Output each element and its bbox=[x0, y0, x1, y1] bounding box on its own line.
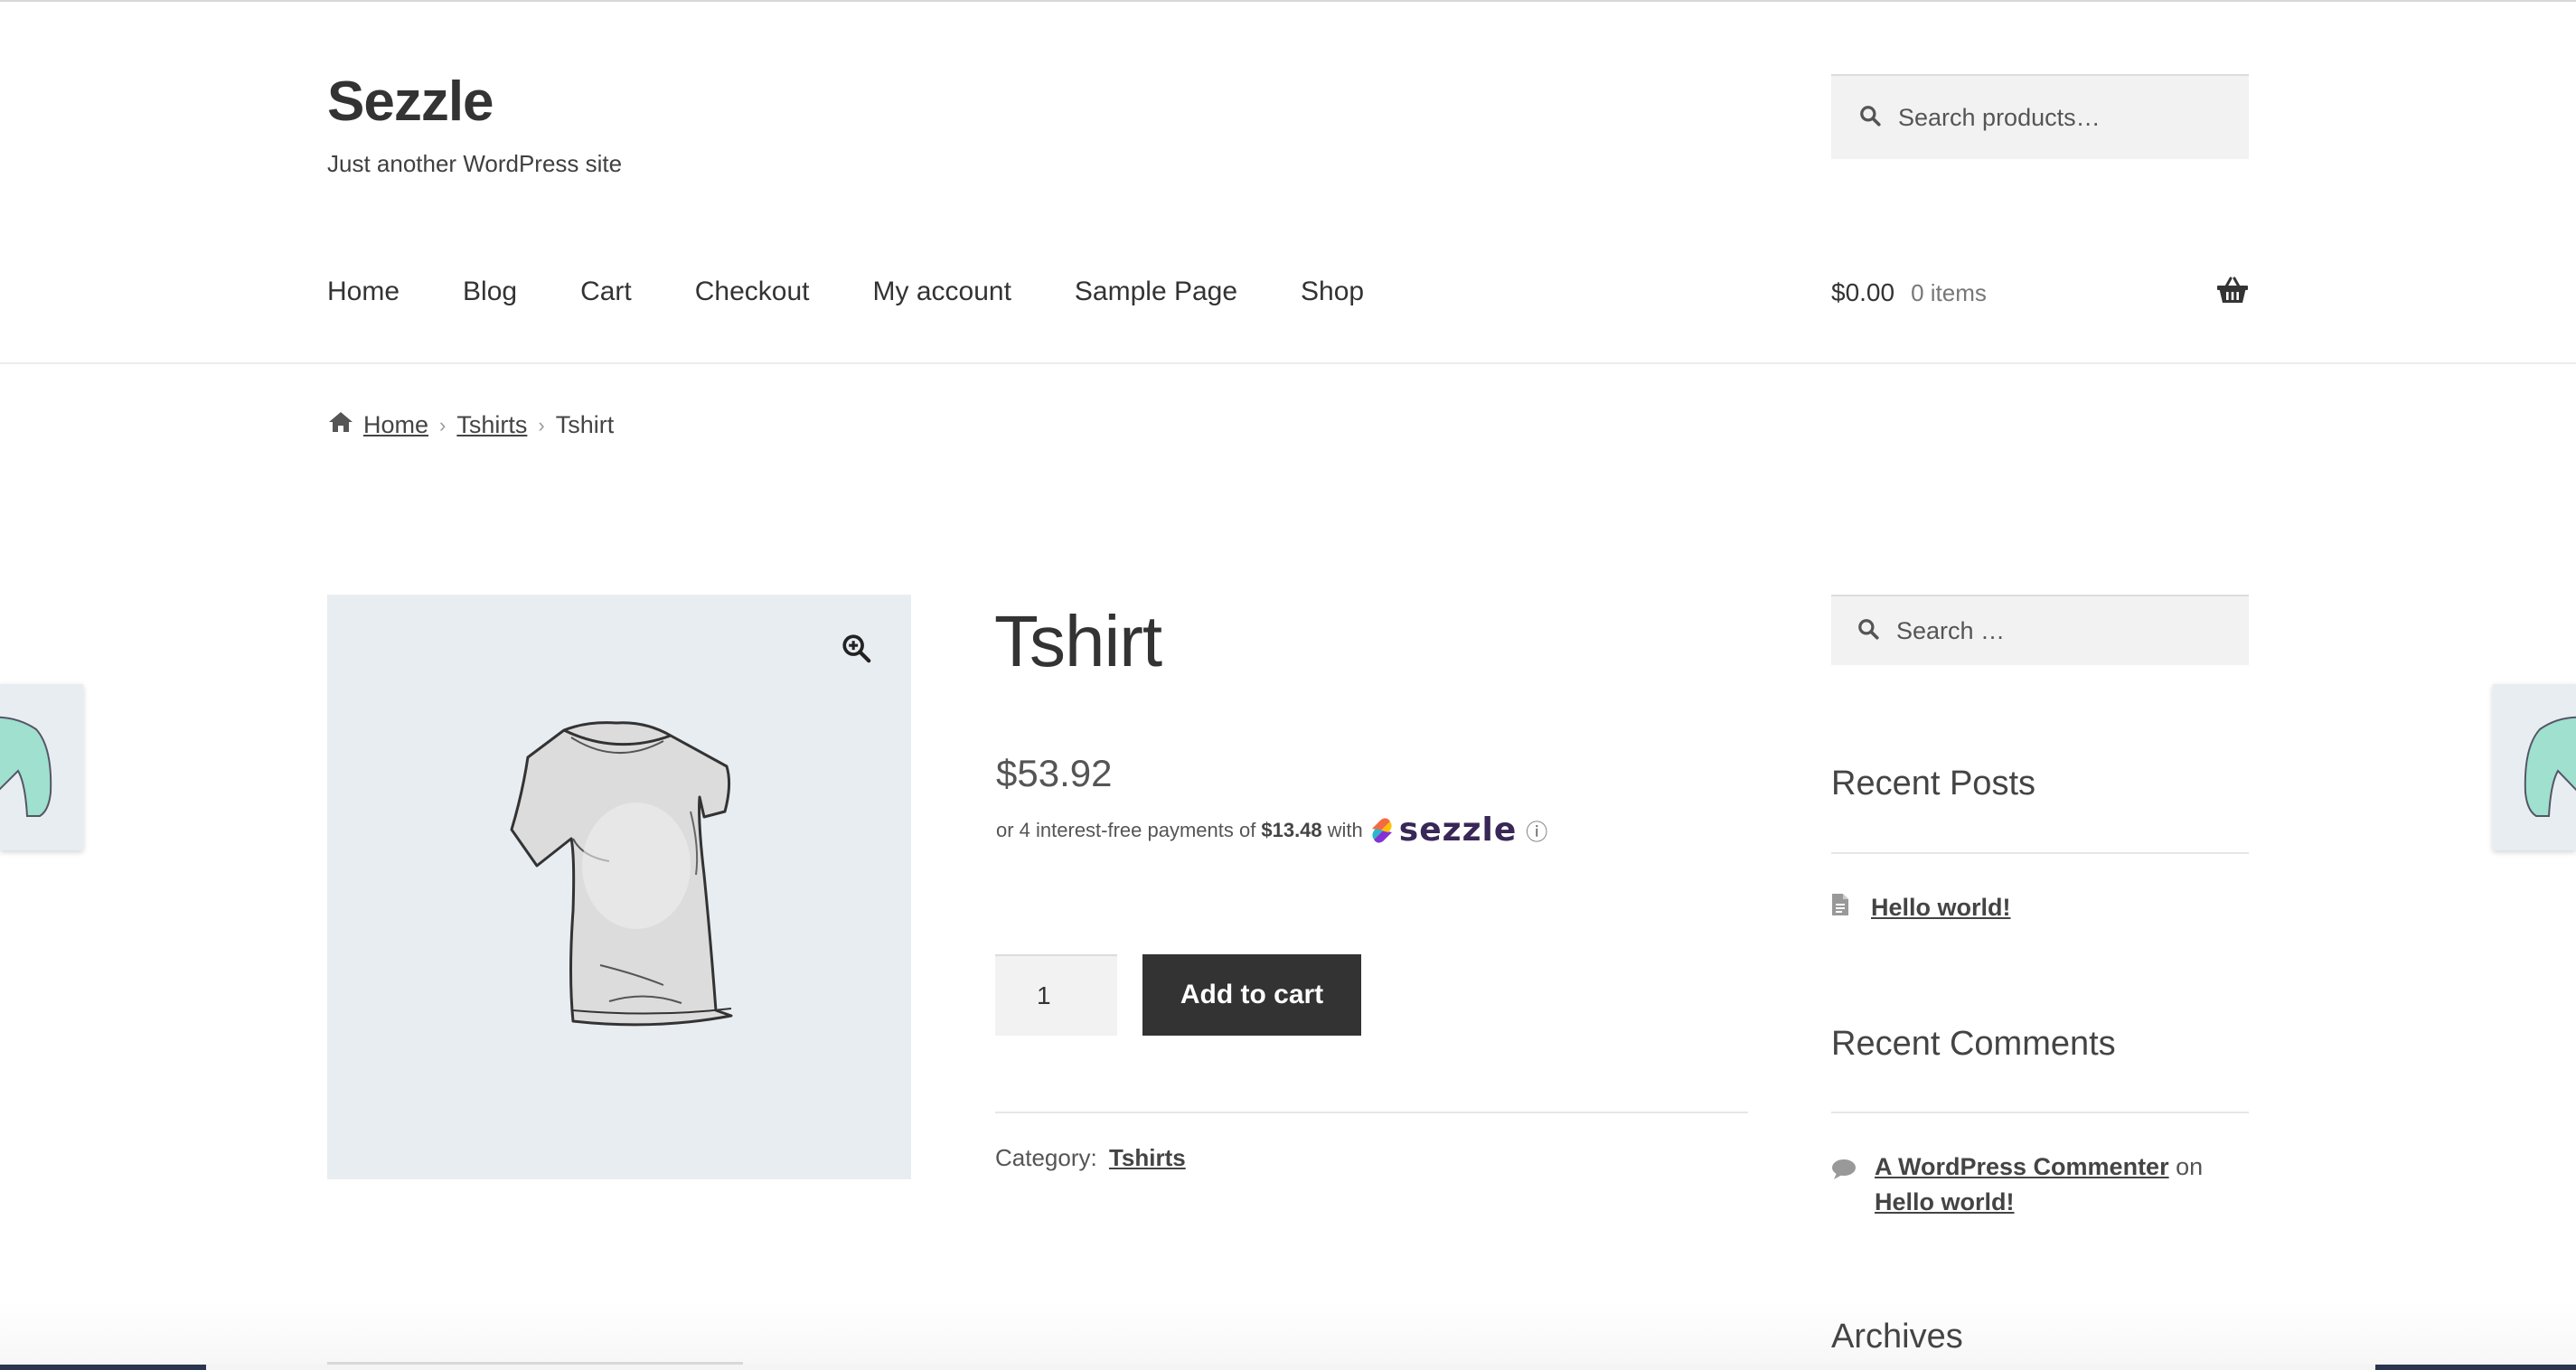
sezzle-logo-mark-icon bbox=[1371, 817, 1392, 843]
header-divider bbox=[0, 362, 2576, 364]
breadcrumb: Home › Tshirts › Tshirt bbox=[327, 410, 614, 440]
search-icon bbox=[1858, 104, 1882, 132]
recent-comments-title: Recent Comments bbox=[1831, 1025, 2116, 1063]
sezzle-logo[interactable]: sezzle bbox=[1368, 812, 1518, 849]
recent-comment-item: A WordPress Commenter on Hello world! bbox=[1831, 1149, 2249, 1220]
header-cart[interactable]: $0.00 0 items bbox=[1831, 277, 2249, 310]
product-price: $53.92 bbox=[996, 752, 1113, 794]
nav-shop[interactable]: Shop bbox=[1301, 277, 1364, 307]
recent-posts-divider bbox=[1831, 852, 2249, 854]
tshirt-product-image bbox=[428, 703, 808, 1069]
breadcrumb-tshirts[interactable]: Tshirts bbox=[456, 411, 527, 439]
sezzle-with: with bbox=[1327, 818, 1363, 841]
category-link[interactable]: Tshirts bbox=[1109, 1144, 1186, 1171]
comment-post-link[interactable]: Hello world! bbox=[1875, 1188, 2015, 1215]
document-icon bbox=[1831, 893, 1849, 923]
sezzle-installment-info: or 4 interest-free payments of $13.48 wi… bbox=[996, 812, 1547, 849]
top-border bbox=[0, 0, 2576, 2]
breadcrumb-separator: › bbox=[538, 413, 545, 436]
search-placeholder: Search products… bbox=[1898, 103, 2101, 131]
site-title[interactable]: Sezzle bbox=[327, 74, 494, 130]
cart-amount: $0.00 bbox=[1831, 278, 1895, 306]
archives-title: Archives bbox=[1831, 1318, 1963, 1356]
prev-product-thumbnail[interactable] bbox=[0, 684, 83, 850]
cart-item-count: 0 items bbox=[1911, 278, 1987, 306]
home-icon bbox=[327, 410, 354, 440]
recent-post-link[interactable]: Hello world! bbox=[1871, 894, 2011, 922]
search-icon bbox=[1857, 617, 1880, 645]
sidebar-search-input[interactable]: Search … bbox=[1831, 595, 2249, 665]
comment-icon bbox=[1831, 1155, 1857, 1220]
nav-sample-page[interactable]: Sample Page bbox=[1075, 277, 1237, 307]
product-search-input[interactable]: Search products… bbox=[1831, 74, 2249, 159]
breadcrumb-current: Tshirt bbox=[555, 411, 615, 438]
comment-on-text: on bbox=[2176, 1153, 2204, 1180]
comment-author-link[interactable]: A WordPress Commenter bbox=[1875, 1153, 2169, 1180]
product-image-gallery[interactable] bbox=[327, 595, 911, 1179]
recent-comments-divider bbox=[1831, 1112, 2249, 1113]
zoom-icon[interactable] bbox=[841, 633, 871, 668]
nav-cart[interactable]: Cart bbox=[580, 277, 632, 307]
nav-my-account[interactable]: My account bbox=[873, 277, 1011, 307]
bottom-fade bbox=[0, 1301, 2576, 1370]
quantity-input[interactable]: 1 bbox=[995, 954, 1117, 1036]
nav-blog[interactable]: Blog bbox=[463, 277, 517, 307]
basket-icon bbox=[2216, 277, 2249, 310]
category-label: Category: bbox=[995, 1144, 1097, 1171]
primary-nav: Home Blog Cart Checkout My account Sampl… bbox=[327, 277, 1427, 307]
nav-checkout[interactable]: Checkout bbox=[695, 277, 810, 307]
product-category: Category: Tshirts bbox=[995, 1144, 1186, 1172]
product-title: Tshirt bbox=[994, 601, 1162, 681]
sezzle-installment-amount: $13.48 bbox=[1261, 818, 1322, 841]
breadcrumb-home[interactable]: Home bbox=[363, 411, 428, 439]
sezzle-wordmark: sezzle bbox=[1398, 812, 1518, 849]
page-bottom-panel bbox=[206, 1364, 2375, 1370]
next-product-thumbnail[interactable] bbox=[2493, 684, 2576, 850]
sidebar-search-placeholder: Search … bbox=[1896, 616, 2006, 644]
content-bottom-stub bbox=[327, 1362, 743, 1365]
info-icon[interactable]: ⓘ bbox=[1526, 814, 1547, 846]
add-to-cart-button[interactable]: Add to cart bbox=[1142, 954, 1361, 1036]
recent-posts-title: Recent Posts bbox=[1831, 765, 2035, 802]
site-tagline: Just another WordPress site bbox=[327, 150, 623, 177]
recent-comment-text: A WordPress Commenter on Hello world! bbox=[1875, 1149, 2249, 1220]
summary-divider bbox=[995, 1112, 1748, 1113]
sezzle-prefix: or 4 interest-free payments of bbox=[996, 818, 1256, 841]
nav-home[interactable]: Home bbox=[327, 277, 400, 307]
recent-post-item: Hello world! bbox=[1831, 893, 2011, 923]
breadcrumb-separator: › bbox=[439, 413, 447, 436]
